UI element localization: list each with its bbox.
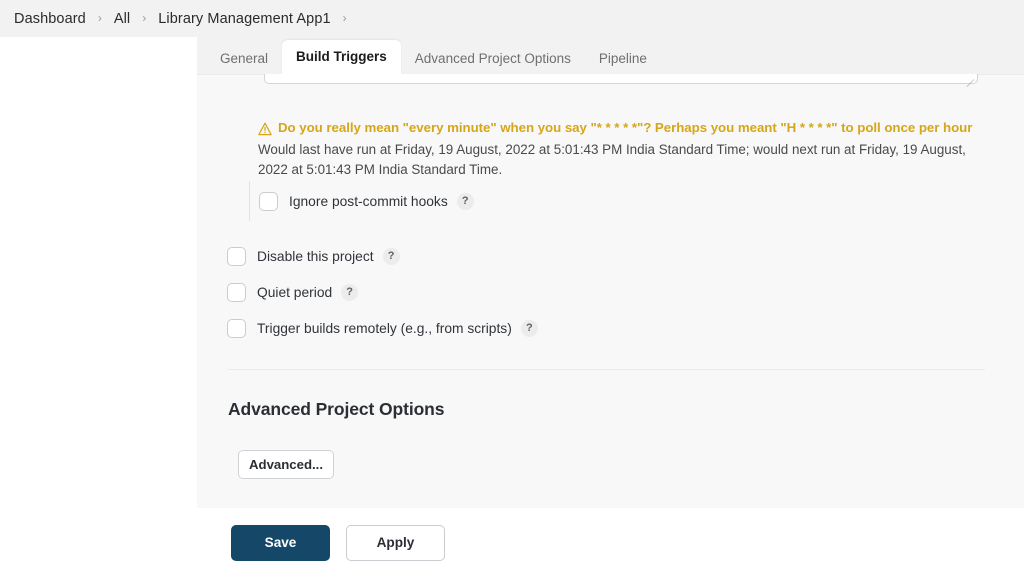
section-divider <box>228 369 985 370</box>
checkbox-quiet-period[interactable] <box>227 283 246 302</box>
advanced-button[interactable]: Advanced... <box>238 450 334 479</box>
chevron-right-icon: › <box>97 10 102 25</box>
nested-options-group: Ignore post-commit hooks ? <box>249 181 474 221</box>
jenkins-configure-page: Dashboard › All › Library Management App… <box>0 0 1024 577</box>
checkbox-disable-this-project[interactable] <box>227 247 246 266</box>
help-icon[interactable]: ? <box>382 248 400 265</box>
tab-build-triggers[interactable]: Build Triggers <box>282 40 401 74</box>
option-label: Trigger builds remotely (e.g., from scri… <box>257 321 512 336</box>
apply-button[interactable]: Apply <box>346 524 445 561</box>
option-label: Disable this project <box>257 249 374 264</box>
breadcrumb-item-library-management-app1[interactable]: Library Management App1 <box>158 11 330 27</box>
option-label: Quiet period <box>257 285 333 300</box>
config-tabbar: General Build Triggers Advanced Project … <box>197 37 1024 74</box>
option-quiet-period[interactable]: Quiet period ? <box>227 283 359 302</box>
checkbox-trigger-builds-remotely[interactable] <box>227 319 246 338</box>
breadcrumb-item-dashboard[interactable]: Dashboard <box>14 11 86 27</box>
schedule-description: Would last have run at Friday, 19 August… <box>258 142 966 177</box>
resize-grip-icon[interactable] <box>963 74 975 87</box>
save-button[interactable]: Save <box>231 524 330 561</box>
main-column: General Build Triggers Advanced Project … <box>197 37 1024 577</box>
warning-triangle-icon <box>258 122 272 136</box>
chevron-right-icon: › <box>142 10 147 25</box>
form-action-bar: Save Apply <box>197 508 1024 577</box>
build-triggers-panel: Do you really mean "every minute" when y… <box>197 74 1024 508</box>
chevron-right-icon[interactable]: › <box>343 12 347 24</box>
cron-warning-text: Do you really mean "every minute" when y… <box>278 120 973 135</box>
tab-general[interactable]: General <box>206 43 282 74</box>
help-icon[interactable]: ? <box>520 320 538 337</box>
cron-schedule-textarea[interactable] <box>264 74 978 87</box>
checkbox-ignore-post-commit-hooks[interactable] <box>259 191 278 211</box>
page-title: Advanced Project Options <box>228 399 445 419</box>
help-icon[interactable]: ? <box>456 192 474 210</box>
option-trigger-builds-remotely[interactable]: Trigger builds remotely (e.g., from scri… <box>227 319 538 338</box>
option-label: Ignore post-commit hooks <box>289 193 448 209</box>
tab-pipeline[interactable]: Pipeline <box>585 43 661 74</box>
breadcrumb: Dashboard › All › Library Management App… <box>0 0 1024 37</box>
help-icon[interactable]: ? <box>341 284 359 301</box>
breadcrumb-item-all[interactable]: All <box>114 11 130 27</box>
sidebar-gutter <box>0 37 197 540</box>
tab-advanced-project-options[interactable]: Advanced Project Options <box>401 43 585 74</box>
option-ignore-post-commit-hooks[interactable]: Ignore post-commit hooks ? <box>259 191 474 211</box>
cron-warning: Do you really mean "every minute" when y… <box>258 120 988 137</box>
option-disable-this-project[interactable]: Disable this project ? <box>227 247 400 266</box>
